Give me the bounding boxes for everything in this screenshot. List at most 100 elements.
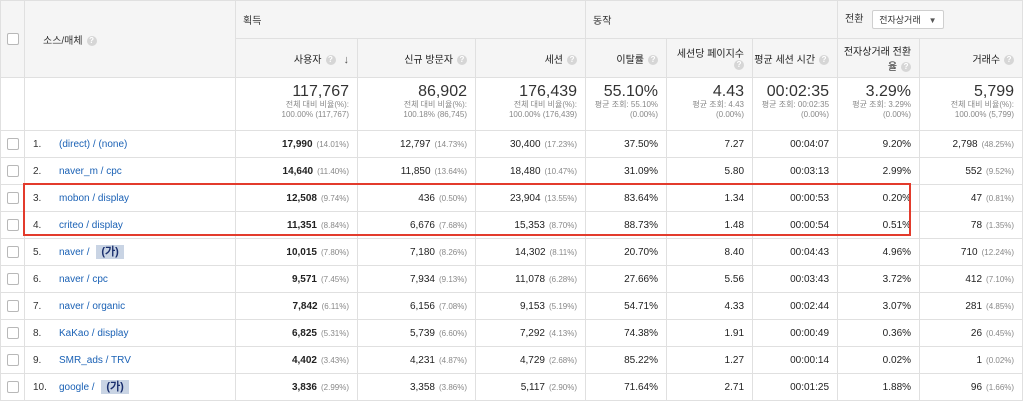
source-medium-link[interactable]: SMR_ads / TRV: [59, 355, 131, 366]
source-cell: 9. SMR_ads / TRV: [24, 346, 236, 374]
total-conv-rate: 3.29% 평균 조회: 3.29% (0.00%): [837, 77, 921, 131]
users-value: 12,508: [286, 192, 317, 204]
transactions-percent: (1.66%): [986, 382, 1015, 392]
sessions-value: 11,078: [515, 273, 545, 285]
source-medium-header[interactable]: 소스/매체?: [24, 0, 236, 78]
row-checkbox[interactable]: [6, 138, 19, 150]
total-sub: 평균 조회: 00:02:35: [761, 100, 830, 109]
row-checkbox[interactable]: [6, 273, 19, 285]
sessions-percent: (17.23%): [544, 139, 578, 149]
help-icon[interactable]: ?: [648, 54, 659, 65]
help-icon[interactable]: ?: [457, 54, 467, 65]
col-transactions[interactable]: 거래수?: [919, 38, 1024, 78]
users-percent: (8.84%): [320, 220, 349, 230]
col-users[interactable]: 사용자? ↓: [235, 38, 358, 78]
col-pages[interactable]: 세션당 페이지수?: [666, 38, 754, 78]
total-users: 117,767 전체 대비 비율(%): 100.00% (117,767): [235, 77, 358, 131]
masked-label: (가): [101, 380, 129, 394]
help-icon[interactable]: ?: [819, 54, 830, 65]
col-new-users[interactable]: 신규 방문자?: [357, 38, 476, 78]
row-checkbox[interactable]: [6, 246, 19, 258]
source-medium-link[interactable]: (direct) / (none): [59, 139, 127, 150]
help-icon[interactable]: ?: [734, 60, 745, 71]
col-sessions[interactable]: 세션?: [474, 38, 587, 78]
help-icon[interactable]: ?: [1004, 54, 1015, 65]
pages-cell: 7.27: [666, 130, 754, 158]
duration-value: 00:02:44: [790, 300, 830, 312]
col-conv-rate[interactable]: 전자상거래 전환율?: [837, 38, 921, 78]
select-all-checkbox[interactable]: [6, 33, 19, 45]
table-row[interactable]: 1. (direct) / (none) 17,990 (14.01%) 12,797(…: [0, 130, 1024, 158]
bounce-value: 88.73%: [624, 219, 659, 231]
row-checkbox-cell: [0, 319, 25, 347]
transactions-value: 2,798: [952, 138, 978, 150]
duration-value: 00:01:25: [790, 381, 830, 393]
table-row[interactable]: 5. naver / (가) 10,015 (7.80%) 7,180 (8.26%) 14…: [0, 238, 1024, 266]
sort-desc-icon[interactable]: ↓: [344, 54, 350, 66]
sessions-cell: 11,078 (6.28%): [474, 265, 587, 293]
row-index: 4.: [33, 219, 42, 231]
new-users-value: 6,156: [409, 300, 435, 312]
source-medium-link[interactable]: google /: [59, 382, 97, 393]
new-users-percent: (3.86%): [438, 382, 467, 392]
source-medium-link[interactable]: mobon / display: [59, 193, 129, 204]
new-users-value: 12,797: [399, 138, 431, 150]
users-cell: 3,836 (2.99%): [235, 373, 358, 401]
sessions-percent: (8.70%): [549, 220, 578, 230]
duration-cell: 00:00:49: [752, 319, 839, 347]
sessions-percent: (6.28%): [549, 274, 578, 284]
source-medium-link[interactable]: naver_m / cpc: [59, 166, 122, 177]
acquisition-label: 획득: [243, 16, 262, 27]
total-value: 5,799: [974, 83, 1015, 100]
table-row[interactable]: 9. SMR_ads / TRV 4,402 (3.43%) 4,231 (4.87%) 4…: [0, 346, 1024, 374]
row-index: 9.: [33, 354, 42, 366]
help-icon[interactable]: ?: [567, 54, 578, 65]
help-icon[interactable]: ?: [901, 62, 912, 73]
transactions-cell: 412 (7.10%): [919, 265, 1024, 293]
total-sub: 평균 조회: 3.29%: [852, 100, 912, 109]
table-row[interactable]: 8. KaKao / display 6,825 (5.31%) 5,739 (6.60%…: [0, 319, 1024, 347]
source-medium-link[interactable]: naver /: [59, 247, 92, 258]
duration-value: 00:00:49: [790, 327, 830, 339]
row-checkbox[interactable]: [6, 381, 19, 393]
col-bounce[interactable]: 이탈률?: [585, 38, 668, 78]
sessions-percent: (13.55%): [544, 193, 578, 203]
bounce-cell: 83.64%: [585, 184, 668, 212]
totals-row: 117,767 전체 대비 비율(%): 100.00% (117,767) 86,…: [0, 77, 1024, 131]
source-cell: 2. naver_m / cpc: [24, 157, 236, 185]
table-row[interactable]: 2. naver_m / cpc 14,640 (11.40%) 11,850 (13.6…: [0, 157, 1024, 185]
help-icon[interactable]: ?: [325, 54, 336, 65]
source-medium-link[interactable]: naver / cpc: [59, 274, 108, 285]
table-row[interactable]: 4. criteo / display 11,351 (8.84%) 6,676 (7.6…: [0, 211, 1024, 239]
transactions-percent: (12.24%): [981, 247, 1015, 257]
table-row[interactable]: 10. google / (가) 3,836 (2.99%) 3,358 (3.86%) 5…: [0, 373, 1024, 401]
table-row[interactable]: 7. naver / organic 7,842 (6.11%) 6,156 (7.08%…: [0, 292, 1024, 320]
row-checkbox[interactable]: [6, 165, 19, 177]
conversion-dropdown[interactable]: 전자상거래 ▼: [872, 10, 944, 29]
total-sub: 전체 대비 비율(%):: [403, 100, 467, 109]
source-medium-link[interactable]: criteo / display: [59, 220, 123, 231]
sessions-value: 30,400: [509, 138, 541, 150]
row-checkbox-cell: [0, 157, 25, 185]
row-checkbox[interactable]: [6, 219, 19, 231]
row-checkbox-cell: [0, 346, 25, 374]
sessions-value: 14,302: [515, 246, 546, 258]
source-medium-link[interactable]: naver / organic: [59, 301, 125, 312]
help-icon[interactable]: ?: [86, 35, 97, 46]
table-row[interactable]: 3. mobon / display 12,508 (9.74%) 436 (0.50%)…: [0, 184, 1024, 212]
row-checkbox[interactable]: [6, 192, 19, 204]
bounce-value: 54.71%: [624, 300, 659, 312]
source-medium-link[interactable]: KaKao / display: [59, 328, 129, 339]
totals-empty-cell: [0, 77, 25, 131]
table-row[interactable]: 6. naver / cpc 9,571 (7.45%) 7,934 (9.13%) 11,…: [0, 265, 1024, 293]
row-checkbox[interactable]: [6, 300, 19, 312]
duration-cell: 00:00:54: [752, 211, 839, 239]
col-duration[interactable]: 평균 세션 시간?: [752, 38, 839, 78]
transactions-cell: 281 (4.85%): [919, 292, 1024, 320]
conv-rate-cell: 2.99%: [837, 157, 921, 185]
sessions-cell: 30,400 (17.23%): [474, 130, 587, 158]
row-index: 5.: [33, 247, 42, 258]
row-checkbox[interactable]: [6, 327, 19, 339]
total-value: 00:02:35: [766, 83, 830, 100]
row-checkbox[interactable]: [6, 354, 19, 366]
